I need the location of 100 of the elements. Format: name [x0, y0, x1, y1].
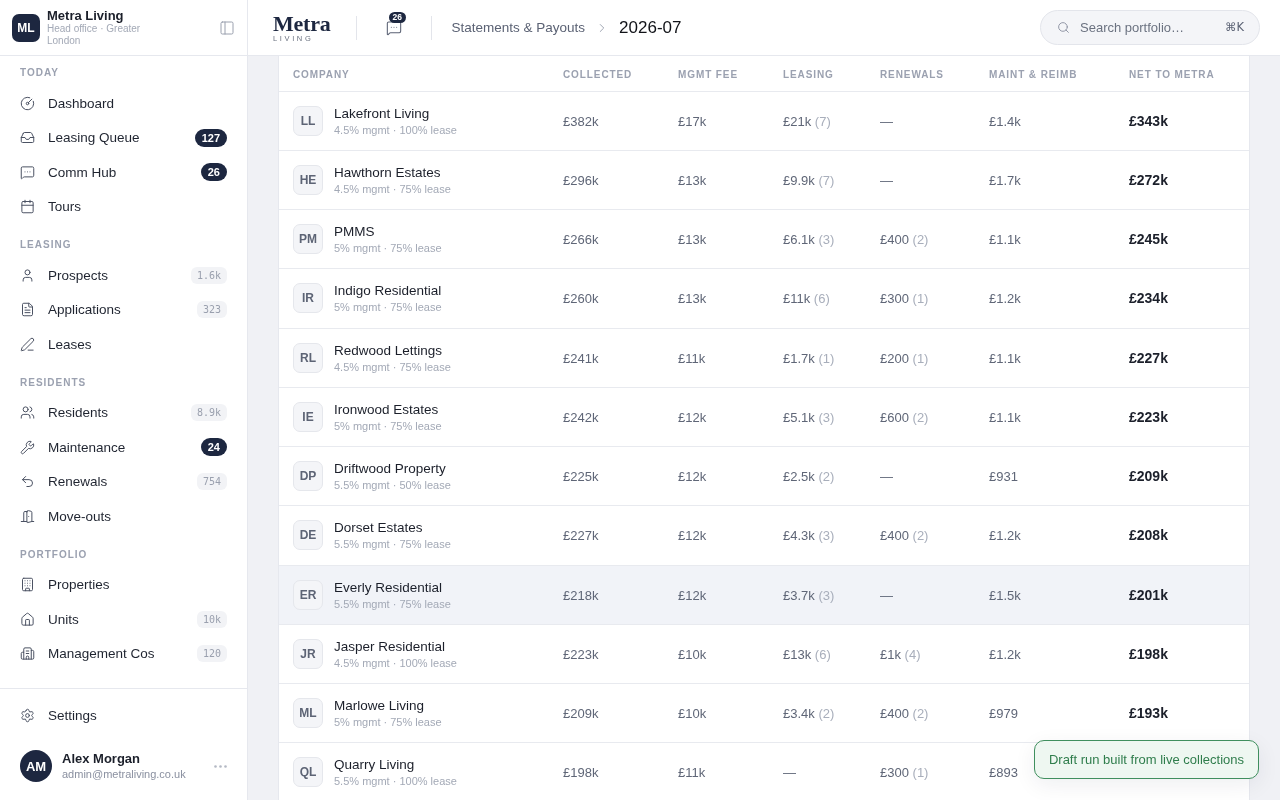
renewals-amount: — — [880, 587, 893, 603]
maintenance-amount: £1.2k — [989, 528, 1021, 544]
leasing-amount: £9.9k (7) — [783, 172, 835, 188]
collected-amount: £382k — [563, 113, 599, 129]
net-amount: £193k — [1129, 705, 1168, 722]
section-title: TODAY — [20, 66, 59, 80]
document-icon — [20, 302, 35, 318]
nav-item[interactable]: Properties — [8, 567, 239, 602]
nav-item[interactable]: Dashboard — [8, 86, 239, 121]
nav-item[interactable]: Settings — [8, 698, 239, 733]
net-amount: £227k — [1129, 349, 1168, 366]
collected-amount: £241k — [563, 350, 599, 366]
maintenance-amount: £1.4k — [989, 113, 1021, 129]
net-amount: £198k — [1129, 645, 1168, 662]
renewals-amount: £400 (2) — [880, 706, 929, 722]
renewals-amount: £200 (1) — [880, 350, 929, 366]
collected-amount: £198k — [563, 765, 599, 781]
column-header: COMPANY — [293, 69, 350, 81]
nav-item[interactable]: Management Cos 120 — [8, 636, 239, 671]
wrench-icon — [20, 439, 35, 455]
renewals-amount: — — [880, 113, 893, 129]
table-row[interactable]: IR Indigo Residential 5% mgmt · 75% lease £260k £13k £11k (6) £300 (1) £1.2k £234k — [279, 268, 1249, 328]
brand-subtitle: Head office · Greater London — [47, 23, 142, 47]
nav-item[interactable]: Applications 323 — [8, 292, 239, 327]
management-fee: £10k — [678, 706, 707, 722]
count-badge: 754 — [196, 473, 227, 491]
nav-item[interactable]: Move-outs — [8, 499, 239, 534]
company-avatar: IR — [293, 283, 323, 314]
sidebar-toggle-button[interactable] — [219, 19, 235, 36]
nav-item[interactable]: Prospects 1.6k — [8, 258, 239, 293]
undo-arrow-icon — [20, 474, 35, 490]
company-avatar: ML — [293, 698, 323, 729]
more-button[interactable] — [214, 764, 227, 768]
panel-icon — [219, 19, 235, 36]
collected-amount: £242k — [563, 409, 599, 425]
company-terms: 4.5% mgmt · 75% lease — [334, 359, 451, 374]
company-avatar: ER — [293, 579, 323, 610]
maintenance-amount: £1.5k — [989, 587, 1021, 603]
count-badge: 323 — [196, 301, 227, 319]
company-name: Quarry Living — [334, 756, 415, 775]
calendar-icon — [20, 199, 35, 215]
nav-item[interactable]: Units 10k — [8, 602, 239, 637]
renewals-amount: £600 (2) — [880, 409, 929, 425]
management-fee: £12k — [678, 587, 707, 603]
collected-amount: £209k — [563, 706, 599, 722]
leasing-amount: £3.7k (3) — [783, 587, 835, 603]
table-row[interactable]: ER Everly Residential 5.5% mgmt · 75% lease £218k £12k £3.7k (3) — £1.5k £201k — [279, 565, 1249, 625]
leasing-amount: £2.5k (2) — [783, 469, 835, 485]
maintenance-amount: £1.2k — [989, 646, 1021, 662]
nav-item[interactable]: Comm Hub 26 — [8, 155, 239, 190]
leasing-amount: £11k (6) — [783, 291, 830, 307]
toast-message: Draft run built from live collections — [1033, 740, 1259, 779]
company-terms: 4.5% mgmt · 100% lease — [334, 655, 457, 670]
leasing-amount: £13k (6) — [783, 646, 831, 662]
brand-name: Metra Living — [47, 8, 124, 23]
count-badge: 26 — [200, 163, 227, 182]
company-avatar: HE — [293, 164, 323, 195]
maintenance-amount: £1.1k — [989, 350, 1021, 366]
management-fee: £17k — [678, 113, 707, 129]
user-name: Alex Morgan — [62, 751, 140, 767]
renewals-amount: — — [880, 469, 893, 485]
nav-item[interactable]: Maintenance 24 — [8, 430, 239, 465]
table-row[interactable]: HE Hawthorn Estates 4.5% mgmt · 75% lease £296k £13k £9.9k (7) — £1.7k £272k — [279, 150, 1249, 210]
management-fee: £12k — [678, 528, 707, 544]
renewals-amount: £400 (2) — [880, 232, 929, 248]
table-row[interactable]: LL Lakefront Living 4.5% mgmt · 100% lease £382k £17k £21k (7) — £1.4k £343k — [279, 91, 1249, 151]
nav-item[interactable]: Leasing Queue 127 — [8, 120, 239, 155]
nav-item[interactable]: Renewals 754 — [8, 464, 239, 499]
table-row[interactable]: IE Ironwood Estates 5% mgmt · 75% lease £242k £12k £5.1k (3) £600 (2) £1.1k £223k — [279, 387, 1249, 447]
company-terms: 5% mgmt · 75% lease — [334, 715, 442, 730]
leasing-amount: — — [783, 765, 796, 781]
company-name: Marlowe Living — [334, 697, 425, 716]
table-row[interactable]: RL Redwood Lettings 4.5% mgmt · 75% lease £241k £11k £1.7k (1) £200 (1) £1.1k £227k — [279, 328, 1249, 388]
more-icon — [214, 764, 227, 768]
company-terms: 5.5% mgmt · 75% lease — [334, 537, 451, 552]
company-terms: 5% mgmt · 75% lease — [334, 418, 442, 433]
table-row[interactable]: DE Dorset Estates 5.5% mgmt · 75% lease £227k £12k £4.3k (3) £400 (2) £1.2k £208k — [279, 505, 1249, 565]
renewals-amount: £1k (4) — [880, 646, 921, 662]
table-row[interactable]: JR Jasper Residential 4.5% mgmt · 100% lease £223k £10k £13k (6) £1k (4) £1.2k £198k — [279, 624, 1249, 684]
nav-item[interactable]: Tours — [8, 189, 239, 224]
maintenance-amount: £931 — [989, 469, 1018, 485]
table-row[interactable]: ML Marlowe Living 5% mgmt · 75% lease £209k £10k £3.4k (2) £400 (2) £979 £193k — [279, 683, 1249, 743]
nav-item[interactable]: Leases — [8, 327, 239, 362]
count-badge: 26 — [388, 11, 406, 23]
company-avatar: DE — [293, 520, 323, 551]
company-name: Ironwood Estates — [334, 400, 439, 419]
table-row[interactable]: DP Driftwood Property 5.5% mgmt · 50% lease £225k £12k £2.5k (2) — £931 £209k — [279, 446, 1249, 506]
user-email: admin@metraliving.co.uk — [62, 767, 186, 781]
company-terms: 5.5% mgmt · 75% lease — [334, 596, 451, 611]
net-amount: £209k — [1129, 468, 1168, 485]
table-row[interactable]: PM PMMS 5% mgmt · 75% lease £266k £13k £6.1k (3) £400 (2) £1.1k £245k — [279, 209, 1249, 269]
nav-item[interactable]: Residents 8.9k — [8, 395, 239, 430]
company-name: Dorset Estates — [334, 519, 423, 538]
office-building-icon — [20, 646, 35, 662]
user-avatar: AM — [20, 750, 52, 782]
leasing-amount: £4.3k (3) — [783, 528, 835, 544]
maintenance-amount: £1.1k — [989, 232, 1021, 248]
column-header: MGMT FEE — [678, 69, 738, 81]
company-avatar: IE — [293, 401, 323, 432]
breadcrumb-link[interactable]: Statements & Payouts — [451, 20, 586, 35]
